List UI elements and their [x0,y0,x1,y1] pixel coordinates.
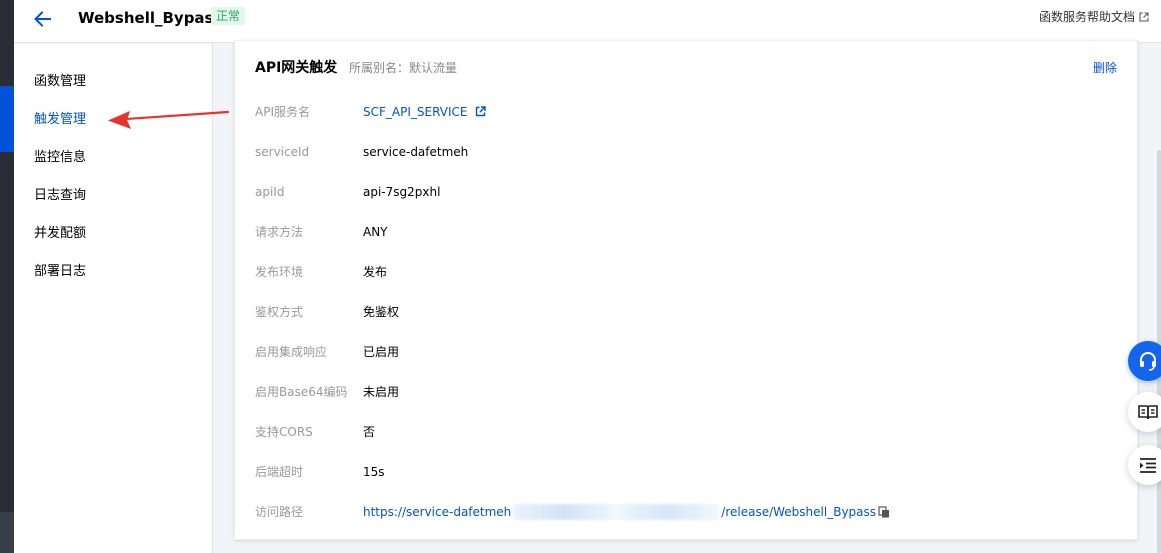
docs-button[interactable] [1128,392,1161,432]
detail-label: 请求方法 [255,225,304,239]
back-button[interactable] [30,8,54,30]
help-docs-link[interactable]: 函数服务帮助文档 [1039,9,1149,25]
help-docs-label: 函数服务帮助文档 [1038,10,1135,24]
detail-label: 发布环境 [255,265,304,279]
detail-row-api-service: API服务名 SCF_API_SERVICE [255,103,1115,121]
detail-label: serviceId [255,145,310,159]
detail-row-access-path: 访问路径 https://service-dafetmeh /release/W… [255,503,1115,521]
external-link-icon [1139,12,1149,22]
list-indent-icon [1140,458,1156,473]
trigger-card: API网关触发 所属别名：默认流量 删除 API服务名 SCF_API_SERV… [234,40,1138,540]
detail-row-timeout: 后端超时 15s [255,463,1115,481]
delete-trigger-button[interactable]: 删除 [1093,60,1117,76]
sidebar-item-deploy-logs[interactable]: 部署日志 [34,263,86,281]
global-nav-active-marker [0,86,14,152]
sidebar-item-monitoring[interactable]: 监控信息 [34,149,86,167]
status-badge: 正常 [211,7,246,25]
detail-value: 未启用 [363,385,400,399]
detail-value: 15s [363,465,385,479]
detail-label: 访问路径 [255,505,304,519]
redacted-blur [513,504,720,520]
api-service-link[interactable]: SCF_API_SERVICE [363,103,487,121]
access-path-prefix: https://service-dafetmeh [363,505,512,519]
copy-icon[interactable] [878,506,890,518]
detail-label: apiId [255,185,285,199]
global-nav-bottom-block [0,512,14,553]
access-path-link[interactable]: https://service-dafetmeh /release/Webshe… [363,503,890,521]
detail-row-auth: 鉴权方式 免鉴权 [255,303,1115,321]
detail-row-service-id: serviceId service-dafetmeh [255,143,1115,161]
detail-label: 启用集成响应 [255,345,328,359]
detail-row-api-id: apiId api-7sg2pxhl [255,183,1115,201]
detail-row-method: 请求方法 ANY [255,223,1115,241]
detail-label: 支持CORS [255,425,313,439]
detail-value: 已启用 [363,345,400,359]
page-header: Webshell_Bypass 正常 函数服务帮助文档 [14,0,1161,43]
detail-value: api-7sg2pxhl [363,185,441,199]
trigger-card-alias: 所属别名：默认流量 [349,61,458,75]
detail-row-integration-response: 启用集成响应 已启用 [255,343,1115,361]
detail-label: API服务名 [255,105,310,119]
sidebar-item-concurrency[interactable]: 并发配额 [34,225,86,243]
api-service-name: SCF_API_SERVICE [363,105,468,119]
detail-row-base64: 启用Base64编码 未启用 [255,383,1115,401]
support-button[interactable] [1128,341,1161,381]
external-link-icon [476,106,487,117]
detail-value: 免鉴权 [363,305,400,319]
detail-value: service-dafetmeh [363,145,469,159]
global-nav-strip [0,0,14,553]
detail-label: 启用Base64编码 [255,385,348,399]
detail-value: 发布 [363,265,388,279]
detail-label: 后端超时 [255,465,304,479]
access-path-suffix: /release/Webshell_Bypass [721,505,877,519]
detail-value: ANY [363,225,388,239]
detail-value: 否 [363,425,376,439]
trigger-card-title: API网关触发 [255,60,338,76]
detail-row-environment: 发布环境 发布 [255,263,1115,281]
toc-button[interactable] [1128,445,1161,485]
sidebar-item-functions[interactable]: 函数管理 [34,73,86,91]
detail-label: 鉴权方式 [255,305,304,319]
book-icon [1138,405,1158,420]
arrow-left-icon [34,11,51,27]
headset-icon [1140,352,1156,371]
sidebar-item-logs[interactable]: 日志查询 [34,187,86,205]
detail-row-cors: 支持CORS 否 [255,423,1115,441]
sidebar: 函数管理 触发管理 监控信息 日志查询 并发配额 部署日志 [14,44,213,553]
page-title: Webshell_Bypass [78,9,223,27]
sidebar-item-triggers[interactable]: 触发管理 [34,111,86,129]
